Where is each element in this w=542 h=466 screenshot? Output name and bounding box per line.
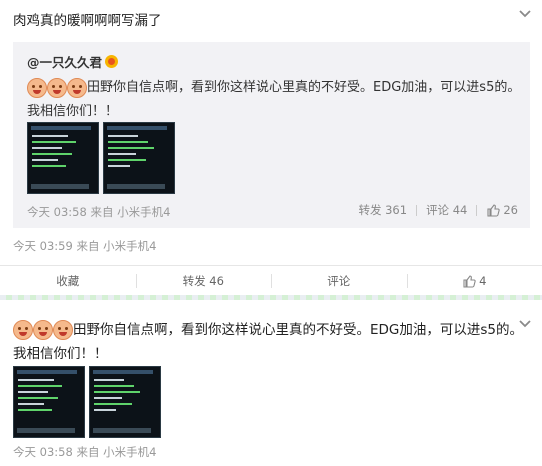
thumbs-up-icon bbox=[462, 274, 476, 288]
post-text: 田野你自信点啊，看到你这样说心里真的不好受。EDG加油，可以进s5的。我相信你们… bbox=[13, 318, 523, 366]
like-count: 26 bbox=[503, 202, 518, 217]
image-thumbnail[interactable] bbox=[103, 122, 175, 194]
emoji-group bbox=[27, 77, 87, 98]
like-count: 4 bbox=[479, 273, 487, 288]
repost-text: 田野你自信点啊，看到你这样说心里真的不好受。EDG加油，可以进s5的。我相信你们… bbox=[27, 76, 522, 124]
repost-author[interactable]: @一只久久君 bbox=[27, 52, 119, 71]
comment-count-link[interactable]: 评论 44 bbox=[426, 202, 467, 218]
repost-meta: 今天 03:58 来自 小米手机4 bbox=[27, 205, 171, 219]
face-emoji-icon bbox=[13, 320, 33, 340]
repost-stats: 转发 361 评论 44 26 bbox=[358, 202, 518, 218]
face-emoji-icon bbox=[27, 77, 47, 98]
face-emoji-icon bbox=[47, 77, 67, 98]
like-button[interactable]: 26 bbox=[486, 203, 518, 218]
image-thumbnail[interactable] bbox=[13, 366, 85, 438]
favorite-label: 收藏 bbox=[56, 273, 80, 288]
repost-box[interactable]: @一只久久君 田野你自信点啊，看到你这样说心里真的不好受。EDG加油，可以进s5… bbox=[13, 42, 530, 228]
post-meta: 今天 03:58 来自 小米手机4 bbox=[13, 445, 157, 459]
thumbs-up-icon bbox=[486, 203, 501, 217]
repost-button[interactable]: 转发 46 bbox=[135, 266, 272, 295]
chevron-down-icon[interactable] bbox=[518, 6, 532, 20]
image-thumbnail[interactable] bbox=[89, 366, 161, 438]
favorite-button[interactable]: 收藏 bbox=[0, 266, 136, 295]
emoji-group bbox=[13, 320, 73, 340]
post-meta: 今天 03:59 来自 小米手机4 bbox=[13, 239, 157, 253]
vip-badge-icon bbox=[105, 55, 119, 68]
face-emoji-icon bbox=[53, 320, 73, 340]
repost-text-body: 田野你自信点啊，看到你这样说心里真的不好受。EDG加油，可以进s5的。我相信你们… bbox=[27, 80, 521, 119]
like-button[interactable]: 4 bbox=[406, 266, 542, 295]
post-images bbox=[13, 366, 161, 438]
action-bar: 收藏 转发 46 评论 4 bbox=[0, 265, 542, 295]
post-text: 肉鸡真的暖啊啊啊写漏了 bbox=[13, 13, 162, 29]
repost-images bbox=[27, 122, 175, 194]
comment-label: 评论 bbox=[327, 273, 351, 288]
post-text-body: 田野你自信点啊，看到你这样说心里真的不好受。EDG加油，可以进s5的。我相信你们… bbox=[13, 322, 524, 362]
divider bbox=[476, 204, 478, 216]
image-thumbnail[interactable] bbox=[27, 122, 99, 194]
face-emoji-icon bbox=[33, 320, 53, 340]
weibo-post-top: 肉鸡真的暖啊啊啊写漏了 @一只久久君 田野你自信点啊，看到你这样说心里真的不好受… bbox=[0, 0, 542, 300]
weibo-post-bottom: 田野你自信点啊，看到你这样说心里真的不好受。EDG加油，可以进s5的。我相信你们… bbox=[0, 300, 542, 466]
face-emoji-icon bbox=[67, 77, 87, 98]
divider bbox=[416, 204, 418, 216]
comment-button[interactable]: 评论 bbox=[271, 266, 407, 295]
repost-label: 转发 46 bbox=[182, 273, 224, 288]
repost-username[interactable]: @一只久久君 bbox=[27, 52, 102, 71]
repost-count-link[interactable]: 转发 361 bbox=[358, 202, 407, 218]
